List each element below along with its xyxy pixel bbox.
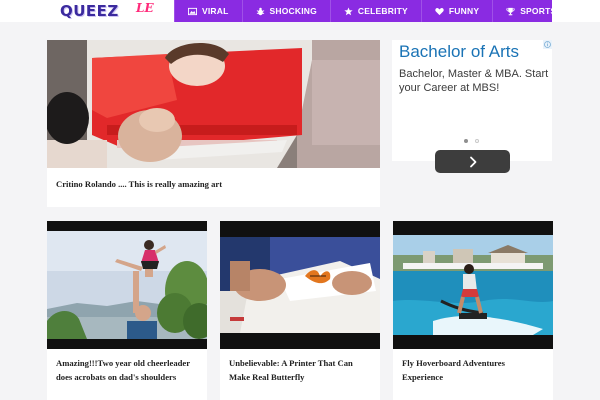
chevron-right-icon: [469, 156, 476, 167]
ad-text: Bachelor, Master & MBA. Start your Caree…: [399, 68, 549, 94]
featured-post-card[interactable]: Critino Rolando .... This is really amaz…: [47, 40, 380, 207]
post-thumbnail[interactable]: [47, 221, 207, 349]
ad-title[interactable]: Bachelor of Arts: [399, 42, 519, 62]
nav-item-viral[interactable]: VIRAL: [174, 0, 243, 22]
site-logo[interactable]: QUEEZ LE: [58, 0, 174, 22]
post-thumbnail[interactable]: [220, 221, 380, 349]
nav-item-funny[interactable]: FUNNY: [422, 0, 494, 22]
nav-label: VIRAL: [202, 6, 229, 16]
ad-banner[interactable]: Bachelor of Arts Bachelor, Master & MBA.…: [392, 40, 552, 173]
ad-dot-active[interactable]: [464, 139, 468, 143]
nav-label: SHOCKING: [269, 6, 317, 16]
nav-item-shocking[interactable]: SHOCKING: [243, 0, 331, 22]
adchoices-icon[interactable]: [543, 40, 552, 49]
featured-post-title[interactable]: Critino Rolando .... This is really amaz…: [56, 177, 371, 191]
post-title[interactable]: Unbelievable: A Printer That Can Make Re…: [229, 356, 375, 384]
logo-text: QUEEZ: [60, 2, 119, 20]
featured-post-thumbnail[interactable]: [47, 40, 380, 168]
nav-item-sports[interactable]: SPORTS: [493, 0, 571, 22]
nav-item-celebrity[interactable]: CELEBRITY: [331, 0, 422, 22]
ad-dot[interactable]: [475, 139, 479, 143]
nav-label: SPORTS: [520, 6, 557, 16]
post-card[interactable]: Unbelievable: A Printer That Can Make Re…: [220, 221, 380, 400]
image-icon: [188, 7, 197, 16]
post-thumbnail[interactable]: [393, 221, 553, 349]
post-card[interactable]: Fly Hoverboard Adventures Experience: [393, 221, 553, 400]
ad-next-button[interactable]: [435, 150, 510, 173]
trophy-icon: [506, 7, 515, 16]
site-header: QUEEZ LE VIRAL SHOCKING CELEBRITY FUNNY: [0, 0, 600, 22]
post-title[interactable]: Amazing!!!Two year old cheerleader does …: [56, 356, 202, 384]
logo-suffix: LE: [136, 1, 154, 15]
star-icon: [344, 6, 353, 16]
nav-label: FUNNY: [448, 6, 480, 16]
post-card[interactable]: Amazing!!!Two year old cheerleader does …: [47, 221, 207, 400]
bug-icon: [256, 7, 265, 16]
post-title[interactable]: Fly Hoverboard Adventures Experience: [402, 356, 548, 384]
nav-label: CELEBRITY: [357, 6, 408, 16]
main-nav: VIRAL SHOCKING CELEBRITY FUNNY SPORTS: [174, 0, 571, 22]
heart-icon: [435, 7, 444, 16]
ad-pagination: [464, 139, 479, 143]
